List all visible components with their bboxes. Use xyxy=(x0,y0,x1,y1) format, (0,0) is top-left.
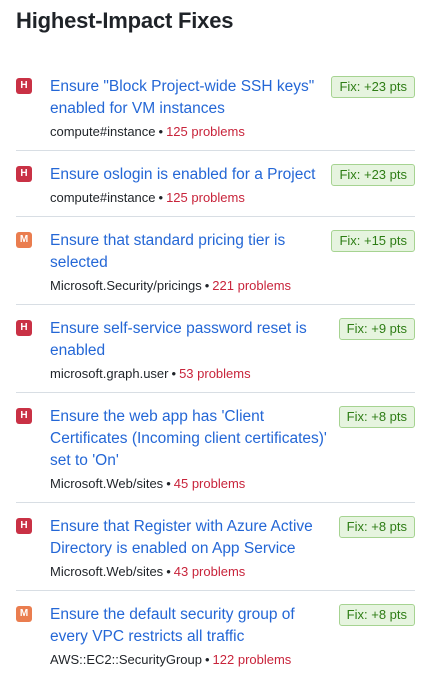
resource-type: Microsoft.Web/sites xyxy=(50,564,164,579)
fix-title-link[interactable]: Ensure that Register with Azure Active D… xyxy=(50,516,329,560)
problem-count: 53 problems xyxy=(179,366,251,381)
severity-high-badge: H xyxy=(16,518,32,534)
fix-meta: microsoft.graph.user • 53 problems xyxy=(50,364,329,383)
fix-item: H Ensure "Block Project-wide SSH keys" e… xyxy=(16,72,415,151)
fix-item: H Ensure oslogin is enabled for a Projec… xyxy=(16,160,415,217)
fix-points-badge: Fix: +8 pts xyxy=(338,406,415,428)
meta-separator: • xyxy=(158,124,164,139)
problem-count: 122 problems xyxy=(212,652,292,667)
problem-count: 43 problems xyxy=(173,564,246,579)
problem-count: 45 problems xyxy=(173,476,246,491)
fix-item-content: Ensure oslogin is enabled for a Project … xyxy=(50,164,321,207)
fix-points-badge: Fix: +8 pts xyxy=(338,516,415,538)
severity-high-badge: H xyxy=(16,320,32,336)
fix-title-link[interactable]: Ensure that standard pricing tier is sel… xyxy=(50,230,321,274)
severity-high-badge: H xyxy=(16,408,32,424)
fix-title-link[interactable]: Ensure the default security group of eve… xyxy=(50,604,329,648)
meta-separator: • xyxy=(158,190,164,205)
fix-points-badge: Fix: +15 pts xyxy=(331,230,415,252)
highest-impact-fixes-panel: Highest-Impact Fixes H Ensure "Block Pro… xyxy=(0,0,429,678)
fix-item-content: Ensure that Register with Azure Active D… xyxy=(50,516,329,581)
meta-separator: • xyxy=(166,564,171,579)
fix-item: M Ensure that standard pricing tier is s… xyxy=(16,226,415,305)
fix-list: H Ensure "Block Project-wide SSH keys" e… xyxy=(16,72,415,678)
resource-type: Microsoft.Security/pricings xyxy=(50,278,202,293)
fix-item-content: Ensure "Block Project-wide SSH keys" ena… xyxy=(50,76,321,141)
problem-count: 221 problems xyxy=(212,278,292,293)
fix-meta: Microsoft.Web/sites • 45 problems xyxy=(50,474,329,493)
fix-meta: AWS::EC2::SecurityGroup • 122 problems xyxy=(50,650,329,669)
meta-separator: • xyxy=(204,652,210,667)
fix-meta: Microsoft.Security/pricings • 221 problems xyxy=(50,276,321,295)
resource-type: compute#instance xyxy=(50,190,156,205)
fix-points-badge: Fix: +8 pts xyxy=(338,604,415,626)
fix-title-link[interactable]: Ensure oslogin is enabled for a Project xyxy=(50,164,321,186)
fix-title-link[interactable]: Ensure the web app has 'Client Certifica… xyxy=(50,406,329,472)
severity-medium-badge: M xyxy=(16,232,32,248)
fix-meta: Microsoft.Web/sites • 43 problems xyxy=(50,562,329,581)
meta-separator: • xyxy=(204,278,210,293)
panel-title: Highest-Impact Fixes xyxy=(16,8,234,33)
fix-meta: compute#instance • 125 problems xyxy=(50,122,321,141)
meta-separator: • xyxy=(171,366,177,381)
meta-separator: • xyxy=(166,476,171,491)
severity-high-badge: H xyxy=(16,166,32,182)
fix-meta: compute#instance • 125 problems xyxy=(50,188,321,207)
fix-points-badge: Fix: +23 pts xyxy=(331,76,415,98)
fix-item: H Ensure the web app has 'Client Certifi… xyxy=(16,402,415,503)
fix-points-badge: Fix: +23 pts xyxy=(331,164,415,186)
fix-item-content: Ensure the default security group of eve… xyxy=(50,604,329,669)
resource-type: microsoft.graph.user xyxy=(50,366,169,381)
fix-item: H Ensure that Register with Azure Active… xyxy=(16,512,415,591)
fix-title-link[interactable]: Ensure self-service password reset is en… xyxy=(50,318,329,362)
problem-count: 125 problems xyxy=(166,124,245,139)
fix-item: M Ensure the default security group of e… xyxy=(16,600,415,678)
fix-title-link[interactable]: Ensure "Block Project-wide SSH keys" ena… xyxy=(50,76,321,120)
severity-high-badge: H xyxy=(16,78,32,94)
severity-medium-badge: M xyxy=(16,606,32,622)
resource-type: compute#instance xyxy=(50,124,156,139)
problem-count: 125 problems xyxy=(166,190,245,205)
resource-type: AWS::EC2::SecurityGroup xyxy=(50,652,202,667)
fix-item: H Ensure self-service password reset is … xyxy=(16,314,415,393)
fix-item-content: Ensure self-service password reset is en… xyxy=(50,318,329,383)
fix-item-content: Ensure the web app has 'Client Certifica… xyxy=(50,406,329,493)
fix-points-badge: Fix: +9 pts xyxy=(338,318,415,340)
resource-type: Microsoft.Web/sites xyxy=(50,476,164,491)
fix-item-content: Ensure that standard pricing tier is sel… xyxy=(50,230,321,295)
